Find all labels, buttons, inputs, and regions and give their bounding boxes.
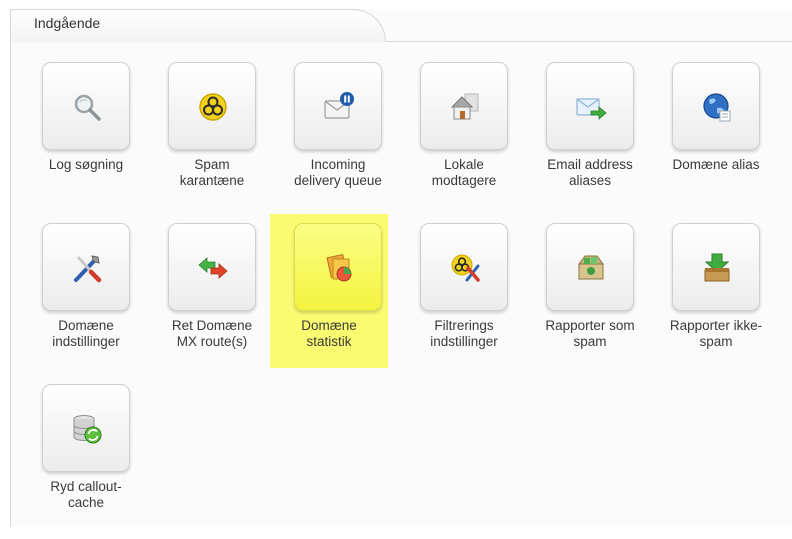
- database-refresh-icon: [73, 415, 102, 444]
- tile-domain-alias[interactable]: Domæne alias: [648, 57, 766, 217]
- tile-label: Domæne indstillinger: [52, 318, 120, 349]
- report-spam-button[interactable]: [546, 223, 634, 311]
- domain-statistics-button[interactable]: [294, 223, 382, 311]
- envelope-pause-icon: [324, 92, 354, 119]
- panel-divider: [386, 41, 792, 42]
- tile-label: Log søgning: [48, 157, 124, 172]
- tile-mx-routes[interactable]: Ret Domæne MX route(s): [144, 218, 262, 378]
- tile-label: Rapporter ikke- spam: [669, 318, 763, 349]
- domain-settings-button[interactable]: [42, 223, 130, 311]
- house-icon: [450, 93, 479, 120]
- tile-filter-settings[interactable]: Filtrerings indstillinger: [396, 218, 514, 378]
- spam-quarantine-button[interactable]: [168, 62, 256, 150]
- report-spam-icon: [578, 255, 604, 280]
- tile-domain-settings[interactable]: Domæne indstillinger: [18, 218, 136, 378]
- tile-label: Ryd callout- cache: [50, 479, 122, 510]
- tile-log-search[interactable]: Log søgning: [18, 57, 136, 217]
- tile-label: Domæne statistik: [301, 318, 357, 349]
- domain-alias-button[interactable]: [672, 62, 760, 150]
- tile-label: Incoming delivery queue: [294, 157, 382, 188]
- tile-email-aliases[interactable]: Email address aliases: [522, 57, 640, 217]
- tile-label: Rapporter som spam: [545, 318, 635, 349]
- magnifier-icon: [74, 94, 101, 121]
- bidirectional-arrows-icon: [198, 257, 228, 279]
- tile-spam-quarantine[interactable]: Spam karantæne: [144, 57, 262, 217]
- tile-report-not-spam[interactable]: Rapporter ikke- spam: [648, 218, 766, 378]
- biohazard-icon: [199, 93, 227, 121]
- local-recipients-button[interactable]: [420, 62, 508, 150]
- tile-label: Spam karantæne: [179, 157, 245, 188]
- email-aliases-button[interactable]: [546, 62, 634, 150]
- tile-label: Email address aliases: [547, 157, 633, 188]
- tile-label: Filtrerings indstillinger: [430, 318, 498, 349]
- tile-incoming-queue[interactable]: Incoming delivery queue: [270, 57, 388, 217]
- tile-label: Domæne alias: [672, 157, 760, 172]
- tile-label: Lokale modtagere: [431, 157, 497, 188]
- log-search-button[interactable]: [42, 62, 130, 150]
- biohazard-tools-icon: [451, 254, 480, 282]
- mx-routes-button[interactable]: [168, 223, 256, 311]
- report-not-spam-button[interactable]: [672, 223, 760, 311]
- tile-local-recipients[interactable]: Lokale modtagere: [396, 57, 514, 217]
- filter-settings-button[interactable]: [420, 223, 508, 311]
- incoming-queue-button[interactable]: [294, 62, 382, 150]
- envelope-forward-icon: [576, 98, 607, 120]
- statistics-icon: [326, 253, 352, 282]
- tile-report-spam[interactable]: Rapporter som spam: [522, 218, 640, 378]
- tile-domain-statistics[interactable]: Domæne statistik: [270, 214, 388, 368]
- tools-icon: [74, 255, 102, 283]
- tile-label: Ret Domæne MX route(s): [171, 318, 253, 349]
- report-not-spam-icon: [704, 253, 730, 282]
- globe-icon: [703, 93, 731, 122]
- panel-title: Indgående: [34, 15, 101, 31]
- tile-clear-callout-cache[interactable]: Ryd callout- cache: [18, 379, 136, 539]
- clear-callout-cache-button[interactable]: [42, 384, 130, 472]
